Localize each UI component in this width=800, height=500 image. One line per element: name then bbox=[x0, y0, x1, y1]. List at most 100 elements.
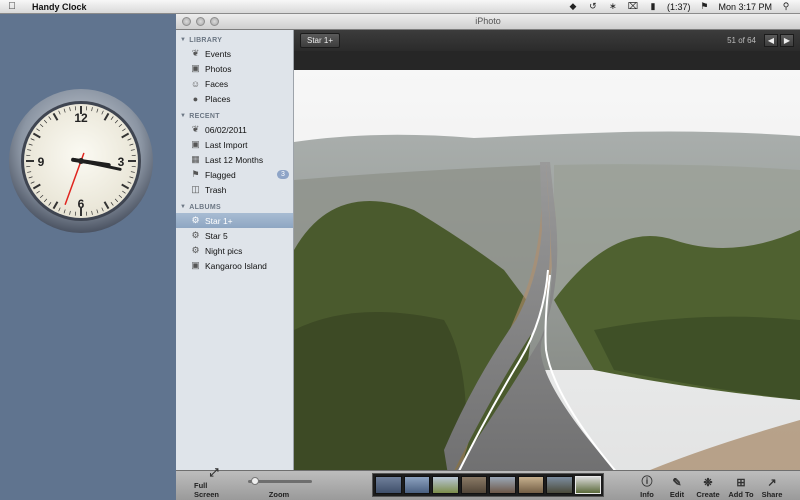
smart-album-icon: ⚙ bbox=[191, 215, 200, 225]
section-recent[interactable]: ▼ RECENT bbox=[176, 110, 293, 122]
section-label: RECENT bbox=[189, 112, 220, 120]
filmstrip-thumbnail-selected[interactable] bbox=[574, 476, 601, 494]
sidebar-item-places[interactable]: ● Places bbox=[176, 91, 293, 106]
sidebar-item-photos[interactable]: ▣ Photos bbox=[176, 61, 293, 76]
disclosure-triangle-icon[interactable]: ▼ bbox=[180, 37, 186, 43]
sidebar-item-last-import[interactable]: ▣ Last Import bbox=[176, 137, 293, 152]
share-button[interactable]: ↗ Share bbox=[760, 471, 784, 500]
title-bar[interactable]: iPhoto bbox=[176, 14, 800, 30]
viewer-header: Star 1+ 51 of 64 ◀ ▶ bbox=[294, 30, 800, 51]
zoom-slider-knob[interactable] bbox=[250, 477, 259, 485]
zoom-label: Zoom bbox=[268, 490, 290, 499]
faces-icon: ☺ bbox=[190, 78, 201, 89]
filmstrip-thumbnail[interactable] bbox=[546, 476, 573, 494]
disclosure-triangle-icon[interactable]: ▼ bbox=[180, 113, 186, 119]
create-label: Create bbox=[696, 490, 720, 499]
section-albums[interactable]: ▼ ALBUMS bbox=[176, 201, 293, 213]
album-icon: ▣ bbox=[191, 260, 200, 270]
photo-counter: 51 of 64 bbox=[727, 36, 756, 45]
apple-menu-icon[interactable]:  bbox=[0, 1, 24, 12]
sidebar-item-label: Events bbox=[205, 48, 231, 59]
album-back-button[interactable]: Star 1+ bbox=[300, 33, 341, 48]
edit-button[interactable]: ✎ Edit bbox=[666, 471, 688, 500]
filmstrip-thumbnail[interactable] bbox=[517, 476, 544, 494]
calendar-icon: ▦ bbox=[191, 154, 200, 164]
photo-viewer: Star 1+ 51 of 64 ◀ ▶ bbox=[294, 30, 800, 484]
trash-icon: ◫ bbox=[191, 184, 200, 194]
add-to-button[interactable]: ⊞ Add To bbox=[726, 471, 756, 500]
bottom-toolbar: ⤢ Full Screen Zoom ⓘ Info ✎ Edit ❉ Creat… bbox=[176, 467, 800, 500]
filmstrip-thumbnail[interactable] bbox=[403, 476, 430, 494]
spotlight-icon[interactable]: ⚲ bbox=[780, 1, 792, 12]
battery-icon[interactable]: ▮ bbox=[647, 1, 659, 12]
zoom-control[interactable]: Zoom bbox=[238, 471, 320, 500]
create-icon: ❉ bbox=[703, 477, 713, 489]
sidebar-item-night-pics[interactable]: ⚙ Night pics bbox=[176, 243, 293, 258]
sidebar-item-last-12-months[interactable]: ▦ Last 12 Months bbox=[176, 152, 293, 167]
sidebar-item-label: Kangaroo Island bbox=[205, 260, 267, 271]
plus-icon: ⊞ bbox=[736, 477, 746, 489]
full-screen-button[interactable]: ⤢ Full Screen bbox=[194, 467, 234, 500]
previous-photo-button[interactable]: ◀ bbox=[764, 34, 778, 47]
sidebar-item-label: Flagged bbox=[205, 169, 236, 180]
next-photo-button[interactable]: ▶ bbox=[780, 34, 794, 47]
share-icon: ↗ bbox=[767, 477, 777, 489]
window-title: iPhoto bbox=[475, 16, 501, 26]
battery-time[interactable]: (1:37) bbox=[667, 2, 691, 12]
sidebar-item-label: Faces bbox=[205, 78, 229, 89]
filmstrip-thumbnail[interactable] bbox=[460, 476, 487, 494]
sidebar-item-label: Star 1+ bbox=[205, 215, 233, 226]
app-name-menu[interactable]: Handy Clock bbox=[24, 2, 87, 12]
flag-icon: ⚑ bbox=[191, 169, 200, 179]
numeral-9: 9 bbox=[38, 155, 45, 169]
iphoto-window: iPhoto ▼ LIBRARY ❦ Events ▣ Photos ☺ Faces ●… bbox=[176, 14, 800, 500]
sidebar-item-label: Night pics bbox=[205, 245, 243, 256]
full-screen-label: Full Screen bbox=[194, 481, 220, 499]
filmstrip-thumbnail[interactable] bbox=[489, 476, 516, 494]
sidebar-item-star-5[interactable]: ⚙ Star 5 bbox=[176, 228, 293, 243]
sidebar-item-faces[interactable]: ☺ Faces bbox=[176, 76, 293, 91]
share-label: Share bbox=[761, 490, 783, 499]
sidebar-item-label: Photos bbox=[205, 63, 232, 74]
zoom-slider[interactable] bbox=[248, 477, 312, 485]
sidebar-item-label: 06/02/2011 bbox=[205, 124, 247, 135]
menu-extras: ◆ ↺ ∗ ⌧ ▮ (1:37) ⚑ Mon 3:17 PM ⚲ bbox=[567, 1, 800, 12]
wifi-icon[interactable]: ⌧ bbox=[627, 1, 639, 12]
disclosure-triangle-icon[interactable]: ▼ bbox=[180, 204, 186, 210]
sidebar-item-events[interactable]: ❦ Events bbox=[176, 46, 293, 61]
sidebar-item-label: Star 5 bbox=[205, 230, 228, 241]
pencil-icon: ✎ bbox=[672, 477, 682, 489]
section-label: ALBUMS bbox=[189, 203, 221, 211]
main-photo[interactable] bbox=[294, 70, 800, 481]
edit-label: Edit bbox=[669, 490, 685, 499]
time-machine-icon[interactable]: ↺ bbox=[587, 1, 599, 12]
filmstrip-thumbnail[interactable] bbox=[432, 476, 459, 494]
event-icon: ❦ bbox=[191, 124, 200, 134]
desktop: 12 3 6 9 bbox=[0, 14, 176, 500]
menu-bar:  Handy Clock ◆ ↺ ∗ ⌧ ▮ (1:37) ⚑ Mon 3:1… bbox=[0, 0, 800, 14]
bluetooth-icon[interactable]: ∗ bbox=[607, 1, 619, 12]
events-icon: ❦ bbox=[191, 48, 200, 58]
filmstrip-thumbnail[interactable] bbox=[375, 476, 402, 494]
info-button[interactable]: ⓘ Info bbox=[636, 471, 658, 500]
full-screen-icon: ⤢ bbox=[209, 467, 219, 479]
sidebar-item-flagged[interactable]: ⚑ Flagged 3 bbox=[176, 167, 293, 182]
flagged-count-badge: 3 bbox=[277, 170, 289, 179]
filmstrip[interactable] bbox=[372, 473, 604, 497]
photos-icon: ▣ bbox=[191, 63, 200, 73]
sidebar-item-event-date[interactable]: ❦ 06/02/2011 bbox=[176, 122, 293, 137]
sidebar-item-star-1[interactable]: ⚙ Star 1+ bbox=[176, 213, 293, 228]
menu-clock[interactable]: Mon 3:17 PM bbox=[718, 2, 772, 12]
flag-us-icon[interactable]: ⚑ bbox=[698, 1, 710, 12]
section-library[interactable]: ▼ LIBRARY bbox=[176, 34, 293, 46]
source-list: ▼ LIBRARY ❦ Events ▣ Photos ☺ Faces ● Places … bbox=[176, 30, 294, 484]
clock-face-icon[interactable]: 12 3 6 9 bbox=[8, 88, 154, 234]
places-icon: ● bbox=[192, 93, 199, 104]
sidebar-item-label: Last 12 Months bbox=[205, 154, 264, 165]
numeral-3: 3 bbox=[118, 155, 125, 169]
create-button[interactable]: ❉ Create bbox=[694, 471, 722, 500]
sidebar-item-trash[interactable]: ◫ Trash bbox=[176, 182, 293, 197]
sidebar-item-kangaroo-island[interactable]: ▣ Kangaroo Island bbox=[176, 258, 293, 273]
dropbox-icon[interactable]: ◆ bbox=[567, 1, 579, 12]
add-to-label: Add To bbox=[728, 490, 754, 499]
